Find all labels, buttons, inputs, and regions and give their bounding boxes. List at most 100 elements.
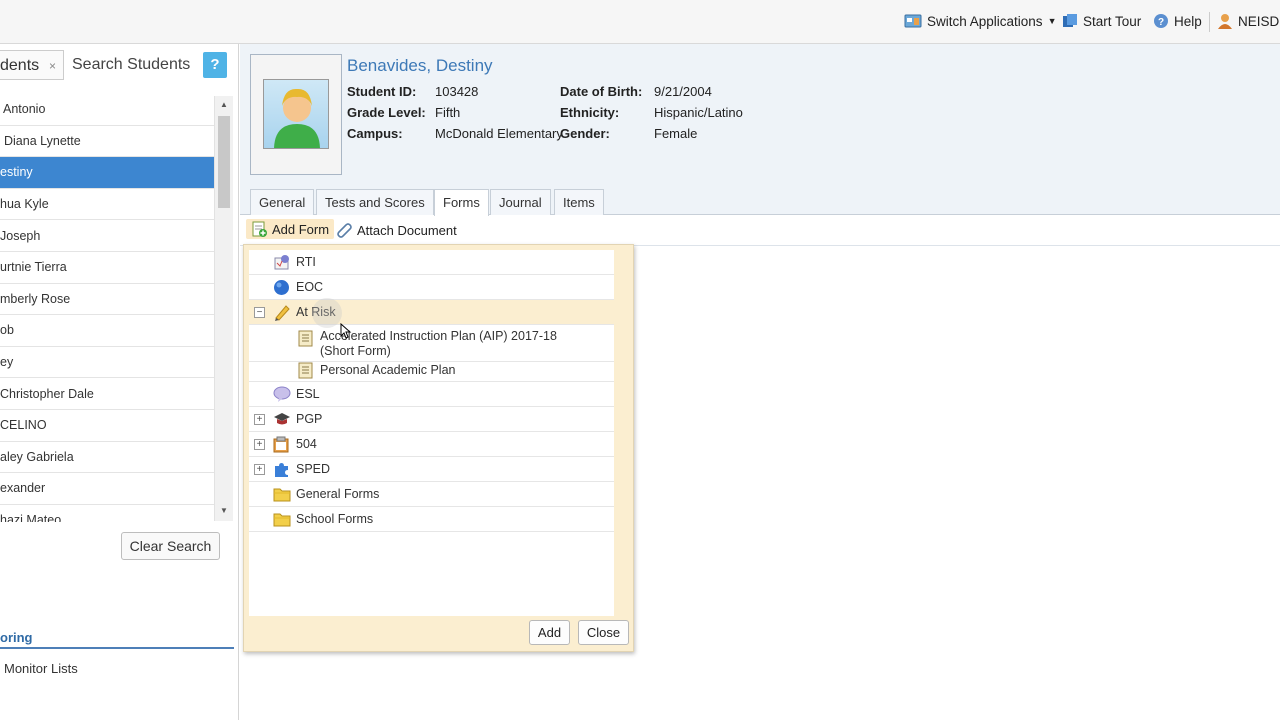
student-list-item[interactable]: mberly Rose (0, 284, 214, 316)
student-name-label: Christopher Dale (0, 386, 94, 401)
tree-label-eoc: EOC (296, 280, 324, 294)
tree-node-eoc[interactable]: EOC (249, 275, 614, 300)
student-list-item[interactable]: ey (0, 347, 214, 379)
form-document-icon (298, 330, 313, 347)
rti-icon (274, 255, 289, 270)
ethnicity-label: Ethnicity: (560, 105, 620, 120)
collapse-icon[interactable]: − (254, 306, 265, 318)
monitor-lists-link[interactable]: Monitor Lists (4, 661, 78, 676)
student-list-item[interactable]: CELINO (0, 410, 214, 442)
tree-label-pap: Personal Academic Plan (320, 363, 456, 377)
scroll-up-icon[interactable]: ▲ (220, 100, 228, 109)
student-name-label: CELINO (0, 418, 47, 433)
student-list-item[interactable]: urtnie Tierra (0, 252, 214, 284)
gender-label: Gender: (560, 126, 610, 141)
student-list-item[interactable]: aley Gabriela (0, 442, 214, 474)
student-name-label: hua Kyle (0, 197, 49, 212)
form-document-icon (298, 362, 313, 379)
tree-label-general-forms: General Forms (296, 487, 380, 501)
tree-node-aip[interactable]: Accelerated Instruction Plan (AIP) 2017-… (249, 325, 614, 362)
student-list-item[interactable]: exander (0, 473, 214, 505)
student-list-item[interactable]: hua Kyle (0, 189, 214, 221)
divider (0, 647, 234, 649)
switch-applications-label: Switch Applications (927, 13, 1043, 29)
chevron-down-icon: ▼ (1047, 16, 1057, 26)
student-list: Antonio Diana Lynette estiny hua Kyle Joseph… (0, 94, 214, 522)
clear-search-button[interactable]: Clear Search (121, 532, 220, 560)
tab-journal[interactable]: Journal (490, 189, 551, 215)
scroll-down-icon[interactable]: ▼ (220, 506, 228, 515)
help-link[interactable]: ? Help (1153, 13, 1202, 29)
student-list-scrollbar[interactable]: ▲ ▼ (214, 96, 233, 521)
tree-node-504[interactable]: + 504 (249, 432, 614, 457)
attach-document-label: Attach Document (357, 222, 457, 238)
student-list-item[interactable]: Diana Lynette (0, 126, 214, 158)
mouse-cursor-highlight (312, 298, 342, 328)
tree-node-rti[interactable]: RTI (249, 250, 614, 275)
ethnicity-value: Hispanic/Latino (654, 105, 743, 120)
expand-icon[interactable]: + (254, 438, 265, 450)
top-bar: Switch Applications ▼ Start Tour ? Help … (0, 0, 1280, 44)
student-list-item[interactable]: estiny (0, 157, 214, 189)
puzzle-icon (275, 462, 288, 477)
student-name-label: mberly Rose (0, 291, 71, 306)
campus-value: McDonald Elementary (435, 126, 563, 141)
apps-icon (904, 14, 922, 28)
attach-document-button[interactable]: Attach Document (336, 222, 457, 238)
student-name: Benavides, Destiny (347, 56, 493, 75)
gender-value: Female (654, 126, 698, 141)
tree-node-general-forms[interactable]: General Forms (249, 482, 614, 507)
switch-applications-menu[interactable]: Switch Applications ▼ (904, 13, 1056, 29)
student-name-label: Antonio (3, 102, 46, 117)
expand-icon[interactable]: + (254, 463, 265, 475)
campus-label: Campus: (347, 126, 403, 141)
add-button[interactable]: Add (529, 620, 570, 645)
tree-label-aip: Accelerated Instruction Plan (AIP) 2017-… (320, 329, 610, 359)
tree-node-esl[interactable]: ESL (249, 382, 614, 407)
student-name-label: estiny (0, 165, 33, 180)
scrollbar-thumb[interactable] (218, 116, 230, 208)
search-help-button[interactable]: ? (203, 52, 227, 78)
clipboard-icon (273, 436, 289, 452)
tree-node-at-risk[interactable]: − At Risk (249, 300, 614, 325)
tree-label-sped: SPED (296, 462, 331, 476)
tree-node-pgp[interactable]: + PGP (249, 407, 614, 432)
student-name-label: aley Gabriela (0, 449, 74, 464)
dob-label: Date of Birth: (560, 84, 643, 99)
graduation-cap-icon (274, 413, 290, 425)
tree-label-rti: RTI (296, 255, 316, 269)
student-list-item[interactable]: Joseph (0, 220, 214, 252)
student-photo (250, 54, 342, 175)
student-list-item[interactable]: ob (0, 315, 214, 347)
student-list-item[interactable]: hazi Mateo (0, 505, 214, 522)
tab-tests-and-scores[interactable]: Tests and Scores (316, 189, 434, 215)
add-form-label: Add Form (272, 221, 330, 237)
start-tour-button[interactable]: Start Tour (1062, 13, 1141, 29)
student-name-label: Joseph (0, 228, 41, 243)
folder-icon (273, 513, 291, 526)
dob-value: 9/21/2004 (654, 84, 712, 99)
student-list-item[interactable]: Antonio (0, 94, 214, 126)
student-list-item[interactable]: Christopher Dale (0, 378, 214, 410)
close-icon[interactable]: × (49, 59, 56, 73)
close-button[interactable]: Close (578, 620, 629, 645)
tree-node-personal-academic-plan[interactable]: Personal Academic Plan (249, 362, 614, 382)
tab-items[interactable]: Items (554, 189, 604, 215)
tree-node-school-forms[interactable]: School Forms (249, 507, 614, 532)
help-icon: ? (1154, 14, 1168, 28)
students-tab[interactable]: dents × (0, 50, 64, 80)
student-name-label: Diana Lynette (4, 133, 81, 148)
tab-general[interactable]: General (250, 189, 315, 215)
tour-icon (1063, 14, 1077, 27)
search-students-label[interactable]: Search Students (72, 56, 190, 74)
avatar (263, 79, 329, 149)
add-form-button[interactable]: Add Form (246, 219, 335, 239)
student-name-label: ey (0, 355, 14, 370)
tab-forms[interactable]: Forms (434, 189, 489, 216)
user-menu[interactable]: NEISD (1217, 13, 1279, 30)
students-tab-label: dents (0, 57, 40, 74)
student-name-label: hazi Mateo (0, 513, 62, 522)
expand-icon[interactable]: + (254, 413, 265, 425)
tree-node-sped[interactable]: + SPED (249, 457, 614, 482)
help-label: Help (1174, 13, 1202, 29)
